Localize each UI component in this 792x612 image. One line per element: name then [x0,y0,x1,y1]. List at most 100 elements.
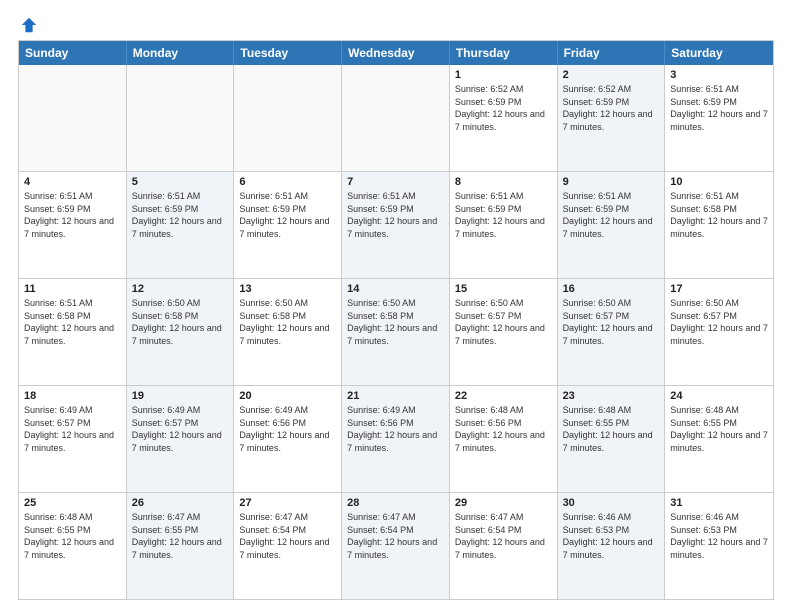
day-number: 2 [563,69,660,81]
day-number: 27 [239,497,336,509]
cell-info: Sunrise: 6:51 AMSunset: 6:59 PMDaylight:… [347,190,444,240]
cell-info: Sunrise: 6:51 AMSunset: 6:59 PMDaylight:… [563,190,660,240]
calendar-header: SundayMondayTuesdayWednesdayThursdayFrid… [19,41,773,65]
calendar-row-3: 18 Sunrise: 6:49 AMSunset: 6:57 PMDayligh… [19,385,773,492]
cal-cell: 18 Sunrise: 6:49 AMSunset: 6:57 PMDayligh… [19,386,127,492]
cal-cell: 12Sunrise: 6:50 AMSunset: 6:58 PMDayligh… [127,279,235,385]
cell-info: Sunrise: 6:52 AMSunset: 6:59 PMDaylight:… [455,83,552,133]
cal-cell: 6 Sunrise: 6:51 AMSunset: 6:59 PMDaylight… [234,172,342,278]
day-number: 16 [563,283,660,295]
cell-info: Sunrise: 6:46 AMSunset: 6:53 PMDaylight:… [563,511,660,561]
day-number: 22 [455,390,552,402]
day-number: 17 [670,283,768,295]
day-number: 8 [455,176,552,188]
day-number: 5 [132,176,229,188]
day-number: 18 [24,390,121,402]
cell-info: Sunrise: 6:50 AMSunset: 6:58 PMDaylight:… [239,297,336,347]
cal-cell: 11 Sunrise: 6:51 AMSunset: 6:58 PMDayligh… [19,279,127,385]
header-day-tuesday: Tuesday [234,41,342,65]
day-number: 29 [455,497,552,509]
day-number: 28 [347,497,444,509]
cell-info: Sunrise: 6:51 AMSunset: 6:58 PMDaylight:… [24,297,121,347]
cell-info: Sunrise: 6:49 AMSunset: 6:57 PMDaylight:… [132,404,229,454]
cal-cell: 8 Sunrise: 6:51 AMSunset: 6:59 PMDaylight… [450,172,558,278]
cal-cell: 31 Sunrise: 6:46 AMSunset: 6:53 PMDayligh… [665,493,773,599]
cell-info: Sunrise: 6:47 AMSunset: 6:54 PMDaylight:… [239,511,336,561]
cal-cell [234,65,342,171]
cal-cell: 20 Sunrise: 6:49 AMSunset: 6:56 PMDayligh… [234,386,342,492]
cal-cell [342,65,450,171]
day-number: 25 [24,497,121,509]
logo-icon [20,16,38,34]
day-number: 1 [455,69,552,81]
cell-info: Sunrise: 6:51 AMSunset: 6:59 PMDaylight:… [239,190,336,240]
day-number: 15 [455,283,552,295]
cal-cell [127,65,235,171]
cell-info: Sunrise: 6:52 AMSunset: 6:59 PMDaylight:… [563,83,660,133]
cell-info: Sunrise: 6:50 AMSunset: 6:57 PMDaylight:… [670,297,768,347]
day-number: 9 [563,176,660,188]
calendar-row-4: 25Sunrise: 6:48 AMSunset: 6:55 PMDayligh… [19,492,773,599]
cell-info: Sunrise: 6:49 AMSunset: 6:56 PMDaylight:… [347,404,444,454]
day-number: 11 [24,283,121,295]
day-number: 13 [239,283,336,295]
day-number: 31 [670,497,768,509]
cell-info: Sunrise: 6:47 AMSunset: 6:55 PMDaylight:… [132,511,229,561]
cell-info: Sunrise: 6:50 AMSunset: 6:58 PMDaylight:… [347,297,444,347]
cal-cell: 26 Sunrise: 6:47 AMSunset: 6:55 PMDayligh… [127,493,235,599]
cal-cell: 4 Sunrise: 6:51 AMSunset: 6:59 PMDaylight… [19,172,127,278]
page: SundayMondayTuesdayWednesdayThursdayFrid… [0,0,792,612]
logo [18,16,38,30]
header-day-sunday: Sunday [19,41,127,65]
calendar-row-2: 11 Sunrise: 6:51 AMSunset: 6:58 PMDayligh… [19,278,773,385]
cell-info: Sunrise: 6:48 AMSunset: 6:55 PMDaylight:… [563,404,660,454]
cell-info: Sunrise: 6:48 AMSunset: 6:56 PMDaylight:… [455,404,552,454]
cell-info: Sunrise: 6:50 AMSunset: 6:57 PMDaylight:… [455,297,552,347]
day-number: 6 [239,176,336,188]
cal-cell: 29 Sunrise: 6:47 AMSunset: 6:54 PMDayligh… [450,493,558,599]
cell-info: Sunrise: 6:51 AMSunset: 6:59 PMDaylight:… [132,190,229,240]
cell-info: Sunrise: 6:51 AMSunset: 6:59 PMDaylight:… [24,190,121,240]
cal-cell: 23 Sunrise: 6:48 AMSunset: 6:55 PMDayligh… [558,386,666,492]
day-number: 24 [670,390,768,402]
cell-info: Sunrise: 6:47 AMSunset: 6:54 PMDaylight:… [455,511,552,561]
cell-info: Sunrise: 6:49 AMSunset: 6:57 PMDaylight:… [24,404,121,454]
day-number: 26 [132,497,229,509]
cal-cell: 14 Sunrise: 6:50 AMSunset: 6:58 PMDayligh… [342,279,450,385]
day-number: 3 [670,69,768,81]
day-number: 10 [670,176,768,188]
cal-cell [19,65,127,171]
header [18,16,774,30]
cal-cell: 13 Sunrise: 6:50 AMSunset: 6:58 PMDayligh… [234,279,342,385]
day-number: 4 [24,176,121,188]
cell-info: Sunrise: 6:47 AMSunset: 6:54 PMDaylight:… [347,511,444,561]
day-number: 23 [563,390,660,402]
cal-cell: 30 Sunrise: 6:46 AMSunset: 6:53 PMDayligh… [558,493,666,599]
cal-cell: 16Sunrise: 6:50 AMSunset: 6:57 PMDayligh… [558,279,666,385]
day-number: 7 [347,176,444,188]
header-day-thursday: Thursday [450,41,558,65]
day-number: 20 [239,390,336,402]
cal-cell: 10 Sunrise: 6:51 AMSunset: 6:58 PMDayligh… [665,172,773,278]
day-number: 12 [132,283,229,295]
cell-info: Sunrise: 6:51 AMSunset: 6:59 PMDaylight:… [670,83,768,133]
header-day-saturday: Saturday [665,41,773,65]
cal-cell: 3 Sunrise: 6:51 AMSunset: 6:59 PMDaylight… [665,65,773,171]
cal-cell: 5 Sunrise: 6:51 AMSunset: 6:59 PMDaylight… [127,172,235,278]
cal-cell: 27 Sunrise: 6:47 AMSunset: 6:54 PMDayligh… [234,493,342,599]
cal-cell: 24Sunrise: 6:48 AMSunset: 6:55 PMDayligh… [665,386,773,492]
cal-cell: 22 Sunrise: 6:48 AMSunset: 6:56 PMDayligh… [450,386,558,492]
cell-info: Sunrise: 6:49 AMSunset: 6:56 PMDaylight:… [239,404,336,454]
calendar-row-0: 1 Sunrise: 6:52 AMSunset: 6:59 PMDaylight… [19,65,773,171]
day-number: 14 [347,283,444,295]
cell-info: Sunrise: 6:51 AMSunset: 6:58 PMDaylight:… [670,190,768,240]
cal-cell: 7 Sunrise: 6:51 AMSunset: 6:59 PMDaylight… [342,172,450,278]
cal-cell: 2 Sunrise: 6:52 AMSunset: 6:59 PMDaylight… [558,65,666,171]
day-number: 30 [563,497,660,509]
cell-info: Sunrise: 6:46 AMSunset: 6:53 PMDaylight:… [670,511,768,561]
calendar: SundayMondayTuesdayWednesdayThursdayFrid… [18,40,774,600]
cal-cell: 21Sunrise: 6:49 AMSunset: 6:56 PMDayligh… [342,386,450,492]
header-day-wednesday: Wednesday [342,41,450,65]
cal-cell: 28 Sunrise: 6:47 AMSunset: 6:54 PMDayligh… [342,493,450,599]
cell-info: Sunrise: 6:51 AMSunset: 6:59 PMDaylight:… [455,190,552,240]
